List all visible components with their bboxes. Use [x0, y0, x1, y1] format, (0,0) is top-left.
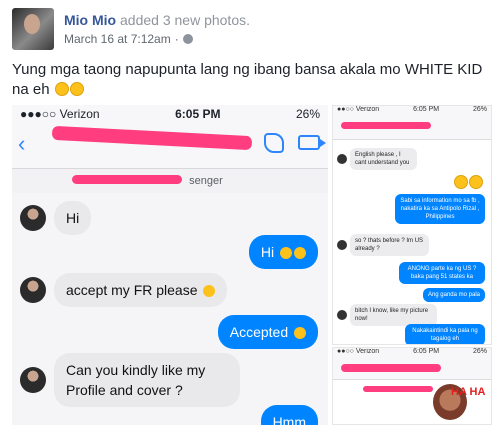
- messenger-nav-bar: [333, 360, 491, 380]
- carrier-label: ●●○○ Verizon: [337, 348, 380, 355]
- smile-emoji-icon: [203, 285, 216, 297]
- outgoing-bubble: Nakakaintindi ka pala ng tagalog eh: [405, 324, 485, 344]
- laughing-emoji-icon: [69, 82, 84, 96]
- separator-dot: ·: [174, 32, 179, 46]
- post-text: Yung mga taong napupunta lang ng ibang b…: [12, 60, 492, 100]
- smile-emoji-icon: [294, 327, 306, 339]
- contact-avatar: [20, 205, 46, 231]
- message-row: so ? thats before ? Im US already ?: [337, 234, 429, 256]
- message-row: Sabi sa information mo sa fb , nakatira …: [395, 194, 485, 224]
- contact-avatar: [337, 240, 347, 250]
- redaction-mark: [341, 364, 441, 372]
- outgoing-bubble: Hi: [248, 235, 318, 269]
- photo-2[interactable]: ●●○○ Verizon 6:05 PM 26% English please …: [332, 105, 492, 345]
- outgoing-bubble: Accepted: [217, 315, 318, 349]
- laughing-emoji-icon: [469, 175, 483, 189]
- incoming-bubble: Hi: [54, 201, 92, 235]
- message-row: English please , I cant understand you: [337, 148, 417, 170]
- video-call-icon: [298, 135, 326, 150]
- contact-avatar: [337, 310, 347, 320]
- redaction-mark: [341, 122, 431, 129]
- battery-level: 26%: [472, 106, 487, 113]
- outgoing-bubble: ANONG parte ka ng US ? baka pang 51 stat…: [399, 262, 485, 284]
- redaction-mark: [51, 125, 253, 151]
- incoming-bubble: English please , I cant understand you: [350, 148, 417, 170]
- incoming-bubble: so ? thats before ? Im US already ?: [350, 234, 429, 256]
- smile-emoji-icon: [280, 247, 292, 259]
- message-row: ANONG parte ka ng US ? baka pang 51 stat…: [399, 262, 485, 284]
- message-text: Hmm: [272, 414, 306, 425]
- post-timestamp-link[interactable]: March 16 at 7:12am: [64, 32, 171, 46]
- back-chevron-icon: ‹: [18, 131, 26, 156]
- incoming-bubble: bitch I know, like my picture now!: [350, 304, 437, 326]
- phone-call-icon: [264, 133, 284, 153]
- author-avatar[interactable]: [12, 8, 54, 50]
- redaction-mark: [363, 386, 433, 392]
- outgoing-bubble: Ang ganda mo pala: [422, 288, 485, 302]
- laughing-emoji-icon: [54, 82, 69, 96]
- status-time: 6:05 PM: [413, 106, 440, 113]
- message-text: Hi: [66, 210, 80, 226]
- incoming-bubble: accept my FR please: [54, 273, 228, 307]
- contact-avatar: [20, 367, 46, 393]
- post-header: Mio Mio added 3 new photos. March 16 at …: [12, 8, 250, 52]
- globe-icon[interactable]: [182, 34, 193, 44]
- message-row: Ang ganda mo pala: [422, 288, 485, 302]
- message-row: Hmm: [260, 405, 318, 425]
- message-row: Hi: [20, 201, 92, 235]
- sticker-text: HA HA: [451, 386, 486, 398]
- messenger-nav-bar: ‹: [12, 123, 328, 169]
- message-row: bitch I know, like my picture now!: [337, 304, 437, 326]
- message-text: Can you kindly like my Profile and cover…: [66, 362, 206, 398]
- phone-status-bar: ●●○○ Verizon 6:05 PM 26%: [333, 348, 491, 360]
- carrier-label: ●●○○ Verizon: [337, 106, 380, 113]
- incoming-bubble: Can you kindly like my Profile and cover…: [54, 353, 240, 407]
- status-time: 6:05 PM: [175, 107, 221, 121]
- post-meta: Mio Mio added 3 new photos. March 16 at …: [64, 8, 250, 46]
- post-action-text: added 3 new photos.: [116, 12, 250, 28]
- redaction-mark: [72, 175, 182, 184]
- message-text: accept my FR please: [66, 282, 198, 298]
- carrier-label: ●●●○○ Verizon: [20, 107, 100, 121]
- battery-level: 26%: [472, 348, 487, 355]
- message-row: Nakakaintindi ka pala ng tagalog eh: [405, 324, 485, 344]
- battery-level: 26%: [295, 107, 320, 121]
- laughing-emoji-icon: [454, 175, 468, 189]
- post-timestamp-line: March 16 at 7:12am ·: [64, 32, 250, 46]
- contact-avatar: [20, 277, 46, 303]
- message-text: Accepted: [229, 324, 289, 340]
- subtitle-text: senger: [189, 175, 223, 187]
- post-title-line: Mio Mio added 3 new photos.: [64, 12, 250, 28]
- photo-3[interactable]: ●●○○ Verizon 6:05 PM 26% HA HA: [332, 347, 492, 425]
- message-text: Hi: [260, 244, 275, 260]
- message-row: accept my FR please: [20, 273, 228, 307]
- phone-status-bar: ●●○○ Verizon 6:05 PM 26%: [333, 106, 491, 118]
- conversation-subtitle: senger: [12, 169, 328, 193]
- messenger-nav-bar: [333, 118, 491, 140]
- chat-thread: Hi Hi accept my FR please Accepted Can y…: [12, 193, 328, 425]
- outgoing-bubble: Sabi sa information mo sa fb , nakatira …: [395, 194, 485, 224]
- laughing-emoji-pair: [453, 174, 483, 192]
- message-row: Can you kindly like my Profile and cover…: [20, 353, 240, 407]
- message-row: Hi: [248, 235, 318, 269]
- smile-emoji-icon: [294, 247, 306, 259]
- author-name-link[interactable]: Mio Mio: [64, 12, 116, 28]
- contact-avatar: [337, 154, 347, 164]
- phone-status-bar: ●●●○○ Verizon 6:05 PM 26%: [12, 105, 328, 123]
- facebook-post: Mio Mio added 3 new photos. March 16 at …: [0, 0, 500, 425]
- photo-1[interactable]: ●●●○○ Verizon 6:05 PM 26% ‹ senger Hi Hi: [12, 105, 330, 425]
- status-time: 6:05 PM: [413, 348, 440, 355]
- outgoing-bubble: Hmm: [260, 405, 318, 425]
- message-row: Accepted: [217, 315, 318, 349]
